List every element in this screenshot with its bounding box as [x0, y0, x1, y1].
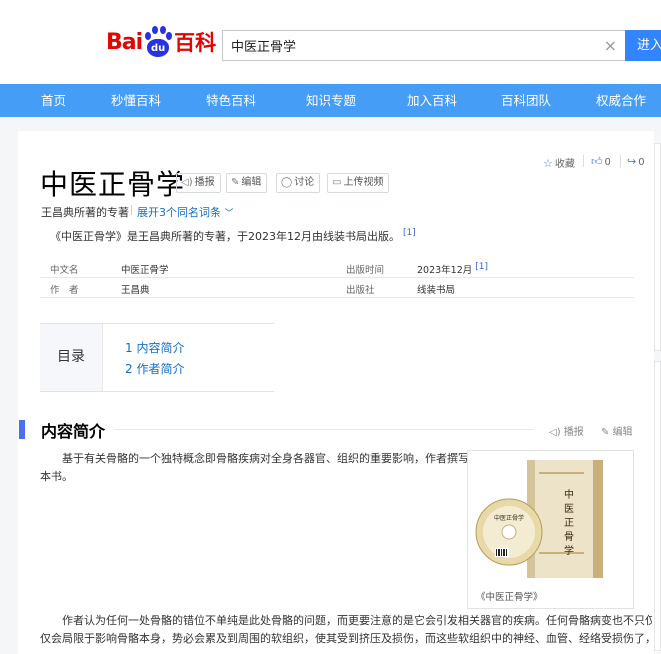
info-label: 出版社 [346, 285, 375, 296]
nav-item-join[interactable]: 加入百科 [407, 84, 457, 117]
paragraph-line: 基于有关骨骼的一个独特概念即骨骼疾病对全身各器官、组织的重要影响，作者撰写 [62, 452, 469, 465]
divider [583, 155, 584, 167]
divider [620, 155, 621, 167]
logo-text-du: du [147, 39, 170, 57]
clear-icon[interactable]: × [604, 36, 617, 55]
entry-summary: 《中医正骨学》是王昌典所著的专著，于2023年12月由线装书局出版。 [1] [50, 228, 416, 243]
entry-subtitle: 王昌典所著的专著 [41, 206, 129, 219]
nav-item-miaodong[interactable]: 秒懂百科 [111, 84, 161, 117]
edit-icon: ✎ [601, 427, 613, 438]
section-read-aloud-button[interactable]: ◁) 播报 [549, 423, 584, 438]
divider [40, 297, 634, 298]
nav-item-team[interactable]: 百科团队 [501, 84, 551, 117]
svg-text:中: 中 [564, 488, 574, 501]
svg-text:医: 医 [564, 503, 574, 515]
book-figure[interactable]: 中 医 正 骨 学 中医正骨学 《中医正骨学》 [467, 450, 634, 609]
divider [115, 429, 533, 430]
svg-text:中医正骨学: 中医正骨学 [494, 514, 524, 522]
upload-video-button[interactable]: ▭ 上传视频 [327, 173, 390, 193]
video-icon: ▭ [332, 177, 342, 188]
share-icon: ↪ [627, 155, 637, 168]
info-value: 中医正骨学 [121, 265, 169, 276]
baidu-baike-logo[interactable]: Bai du 百科 [106, 22, 216, 62]
table-of-contents: 目录 1 内容简介 2 作者简介 [40, 323, 274, 392]
favorite-button[interactable]: ☆ 收藏 [543, 155, 575, 170]
nav-item-featured[interactable]: 特色百科 [206, 84, 256, 117]
nav-item-home[interactable]: 首页 [41, 84, 66, 117]
figure-caption: 《中医正骨学》 [476, 592, 543, 603]
info-label: 出版时间 [346, 265, 385, 276]
search-box: × [222, 30, 625, 61]
section-marker [19, 420, 25, 439]
info-label: 中文名 [50, 265, 79, 276]
svg-text:学: 学 [564, 544, 574, 557]
divider [40, 277, 634, 278]
section-edit-button[interactable]: ✎ 编辑 [601, 423, 633, 438]
comment-icon: ◯ [281, 177, 293, 188]
svg-text:骨: 骨 [564, 531, 574, 543]
discuss-button[interactable]: ◯ 讨论 [276, 173, 321, 193]
share-button[interactable]: ↪ 0 [627, 155, 645, 168]
reference-link[interactable]: [1] [403, 228, 416, 238]
book-cover-image: 中 医 正 骨 学 中医正骨学 [469, 452, 632, 580]
info-value: 线装书局 [417, 285, 456, 296]
site-header: Bai du 百科 × 进入 [0, 0, 661, 84]
info-value: 王昌典 [121, 285, 150, 296]
like-button[interactable]: 👍︎ 0 [591, 155, 611, 168]
nav-item-partners[interactable]: 权威合作 [596, 84, 646, 117]
search-input[interactable] [223, 31, 583, 60]
side-panel-edge [654, 131, 661, 654]
reference-link[interactable]: [1] [475, 262, 488, 272]
logo-text-bai: Bai [106, 29, 143, 55]
info-label: 作 者 [50, 285, 79, 296]
star-icon: ☆ [543, 157, 553, 170]
logo-text-baike: 百科 [174, 31, 217, 55]
edit-button[interactable]: ✎ 编辑 [226, 173, 268, 193]
paragraph-line: 仅会局限于影响骨骼本身，势必会累及到周围的软组织，使其受到挤压及损伤，而这些软组… [40, 632, 652, 645]
enter-button[interactable]: 进入 [625, 30, 661, 61]
thumb-up-icon: 👍︎ [591, 155, 603, 168]
expand-homonyms-link[interactable]: 展开3个同名词条 ﹀ [137, 204, 234, 220]
section-title: 内容简介 [41, 422, 106, 441]
chevron-down-icon: ﹀ [224, 209, 234, 219]
svg-text:正: 正 [564, 518, 574, 529]
nav-item-topics[interactable]: 知识专题 [306, 84, 356, 117]
speaker-icon: ◁) [181, 177, 193, 188]
main-nav: 首页 秒懂百科 特色百科 知识专题 加入百科 百科团队 权威合作 [0, 84, 661, 117]
paragraph-line: 作者认为任何一处骨骼的错位不单纯是此处骨骼的问题，而更要注意的是它会引发相关器官… [62, 614, 652, 627]
speaker-icon: ◁) [549, 427, 564, 438]
toc-heading: 目录 [40, 324, 103, 391]
paw-icon: du [143, 26, 173, 58]
read-aloud-button[interactable]: ◁) 播报 [176, 173, 221, 193]
paragraph-line: 本书。 [40, 470, 73, 483]
info-value: 2023年12月 [1] [417, 262, 489, 277]
edit-icon: ✎ [231, 177, 240, 188]
divider [131, 205, 132, 215]
page-title: 中医正骨学 [40, 168, 186, 201]
toc-item-author[interactable]: 2 作者简介 [125, 360, 184, 377]
toc-item-content[interactable]: 1 内容简介 [125, 339, 184, 356]
